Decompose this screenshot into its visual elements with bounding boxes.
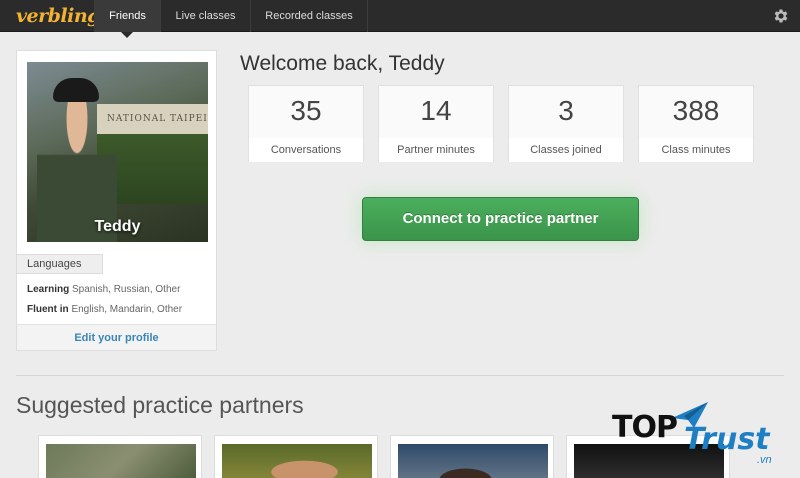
- languages-label: Languages: [17, 254, 103, 274]
- stat-value: 14: [420, 95, 452, 126]
- active-tab-caret: [121, 32, 133, 38]
- profile-photo[interactable]: NATIONAL TAIPEI UNIV Teddy: [27, 62, 208, 242]
- stat-classes-joined: 3 Classes joined: [508, 85, 624, 162]
- fluent-label: Fluent in: [27, 304, 72, 315]
- partner-photo: [398, 444, 548, 478]
- stat-value: 35: [290, 95, 322, 126]
- stat-conversations: 35 Conversations: [248, 85, 364, 162]
- toptrust-watermark: TOP Trust .vn: [612, 400, 792, 470]
- stat-value: 388: [672, 95, 720, 126]
- section-divider: [16, 375, 784, 376]
- profile-name: Teddy: [94, 218, 141, 235]
- stat-label: Conversations: [249, 138, 363, 162]
- tab-live-classes[interactable]: Live classes: [160, 0, 250, 32]
- stat-label: Classes joined: [509, 138, 623, 162]
- verbling-logo[interactable]: verbling: [16, 5, 100, 27]
- learning-value: Spanish, Russian, Other: [72, 284, 181, 295]
- top-navbar: verbling Friends Live classes Recorded c…: [0, 0, 800, 32]
- stat-label: Partner minutes: [379, 138, 493, 162]
- tab-friends[interactable]: Friends: [94, 0, 160, 32]
- stat-value: 3: [558, 95, 574, 126]
- welcome-title: Welcome back, Teddy: [240, 52, 445, 75]
- watermark-top-text: TOP: [612, 410, 678, 445]
- partner-card[interactable]: [38, 435, 202, 478]
- connect-practice-partner-button[interactable]: Connect to practice partner: [362, 197, 639, 241]
- learning-label: Learning: [27, 284, 73, 295]
- learning-row: Learning Spanish, Russian, Other: [27, 284, 180, 295]
- partner-photo: [222, 444, 372, 478]
- fluent-row: Fluent in English, Mandarin, Other: [27, 304, 182, 315]
- fluent-value: English, Mandarin, Other: [71, 304, 183, 315]
- stat-partner-minutes: 14 Partner minutes: [378, 85, 494, 162]
- partner-card[interactable]: [390, 435, 554, 478]
- stat-label: Class minutes: [639, 138, 753, 162]
- tab-recorded-classes[interactable]: Recorded classes: [250, 0, 368, 32]
- partner-photo: [46, 444, 196, 478]
- watermark-vn-text: .vn: [757, 454, 772, 466]
- gear-icon[interactable]: [772, 7, 790, 25]
- stat-class-minutes: 388 Class minutes: [638, 85, 754, 162]
- profile-card: NATIONAL TAIPEI UNIV Teddy Languages Lea…: [16, 50, 217, 351]
- edit-profile-link[interactable]: Edit your profile: [17, 324, 216, 350]
- suggested-partners-title: Suggested practice partners: [16, 392, 304, 418]
- photo-hair: [53, 78, 99, 102]
- watermark-trust-text: Trust: [684, 422, 770, 457]
- partner-card[interactable]: [214, 435, 378, 478]
